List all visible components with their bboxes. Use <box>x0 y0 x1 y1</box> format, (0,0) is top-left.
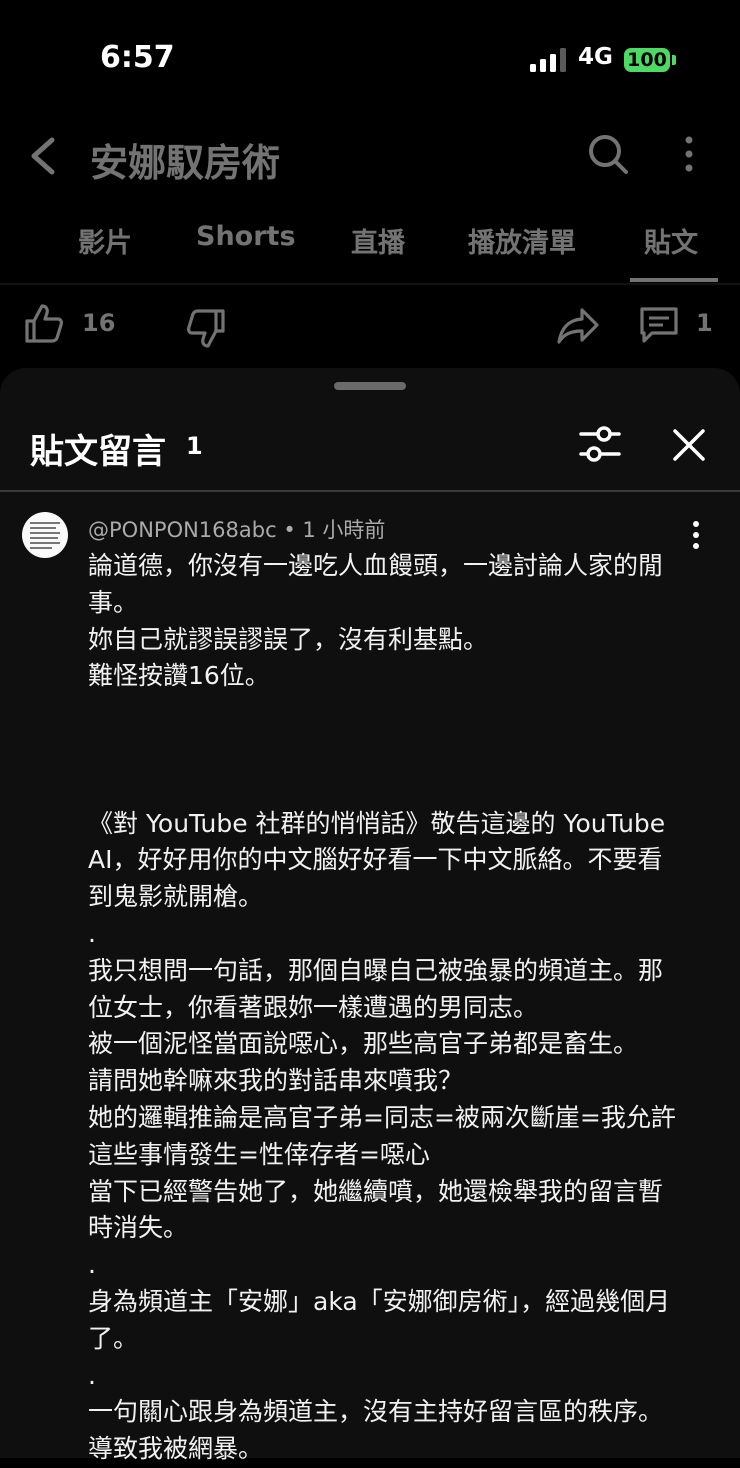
tab-videos[interactable]: 影片 <box>78 221 132 260</box>
comment-line: 她的邏輯推論是高官子弟=同志=被兩次斷崖=我允許 <box>88 1102 676 1132</box>
drag-handle[interactable] <box>334 382 406 390</box>
comment-line: 被一個泥怪當面說噁心，那些高官子弟都是畜生。 <box>88 1029 639 1059</box>
sheet-comment-count: 1 <box>186 432 203 460</box>
comment-line: 難怪按讚16位。 <box>88 661 270 691</box>
comment-line: 我只想問一句話，那個自曝自己被強暴的頻道主。那 <box>88 955 664 985</box>
channel-title: 安娜馭房術 <box>90 141 281 185</box>
share-icon[interactable] <box>556 307 600 345</box>
comment-meta: @PONPON168abc • 1 小時前 <box>88 514 385 544</box>
signal-icon <box>530 48 566 72</box>
sheet-title: 貼文留言 <box>30 432 166 472</box>
comment-body: 論道德，你沒有一邊吃人血饅頭，一邊討論人家的閒 事。 妳自己就謬誤謬誤了，沒有利… <box>88 548 688 1468</box>
comment-time: • 1 小時前 <box>283 518 386 542</box>
like-count: 16 <box>82 309 116 337</box>
comment-line <box>88 732 688 769</box>
tab-shorts[interactable]: Shorts <box>196 221 296 252</box>
avatar[interactable] <box>22 512 68 558</box>
comment-line: . <box>88 1360 96 1390</box>
comment-line: 當下已經警告她了，她繼續噴，她還檢舉我的留言暫 <box>88 1176 664 1206</box>
comment-count: 1 <box>696 309 713 337</box>
comment-line: 到鬼影就開槍。 <box>88 882 264 912</box>
close-icon[interactable] <box>670 426 708 464</box>
comment-more-icon[interactable] <box>688 520 704 550</box>
battery-tip <box>672 55 676 65</box>
channel-tabs: 影片 Shorts 直播 播放清單 貼文 <box>0 205 740 285</box>
comment-line: AI，好好用你的中文腦好好看一下中文脈絡。不要看 <box>88 845 663 875</box>
comment-icon[interactable] <box>638 305 680 345</box>
comment-line <box>88 769 688 806</box>
comment-line: 一句關心跟身為頻道主，沒有主持好留言區的秩序。 <box>88 1397 664 1427</box>
comment-line: 請問她幹嘛來我的對話串來噴我？ <box>88 1066 464 1096</box>
comment-line: 時消失。 <box>88 1213 189 1243</box>
comment-author[interactable]: @PONPON168abc <box>88 518 277 542</box>
search-icon[interactable] <box>586 132 630 176</box>
tab-live[interactable]: 直播 <box>351 221 405 260</box>
comment-line: 論道德，你沒有一邊吃人血饅頭，一邊討論人家的閒 <box>88 551 664 580</box>
post-actions: 16 1 <box>0 285 740 365</box>
comment-line: 事。 <box>88 587 139 617</box>
comment-line: 這些事情發生=性倖存者=噁心 <box>88 1139 430 1169</box>
more-vert-icon[interactable] <box>674 134 704 174</box>
thumbs-up-icon[interactable] <box>24 303 64 345</box>
comment-line: 《對 YouTube 社群的悄悄話》敬告這邊的 YouTube <box>88 808 666 838</box>
thumbs-down-icon[interactable] <box>186 307 226 349</box>
channel-header: 安娜馭房術 <box>0 110 740 200</box>
comments-sheet: 貼文留言 1 @PONPON168abc • 1 小時前 論道德，你沒有一邊吃人… <box>0 368 740 1463</box>
tab-selected-indicator <box>630 278 718 282</box>
battery-icon: 100 <box>624 48 670 72</box>
status-time: 6:57 <box>100 40 175 75</box>
sheet-divider <box>0 490 740 492</box>
comment-line: 妳自己就謬誤謬誤了，沒有利基點。 <box>88 624 489 654</box>
comment-line: 位女士，你看著跟妳一樣遭遇的男同志。 <box>88 992 539 1022</box>
tab-playlists[interactable]: 播放清單 <box>468 221 576 260</box>
comment-line: 導致我被網暴。 <box>88 1434 264 1464</box>
tab-posts[interactable]: 貼文 <box>644 221 698 260</box>
comment-line <box>88 695 688 732</box>
comment-line: . <box>88 1250 96 1280</box>
filter-icon[interactable] <box>578 424 622 464</box>
status-bar: 6:57 4G 100 <box>0 0 740 110</box>
back-arrow-icon[interactable] <box>26 136 60 176</box>
comment-line: . <box>88 918 96 948</box>
comment-line: 了。 <box>88 1323 139 1353</box>
comment-line: 身為頻道主「安娜」aka「安娜御房術」，經過幾個月 <box>88 1286 671 1316</box>
network-type: 4G <box>578 44 613 70</box>
